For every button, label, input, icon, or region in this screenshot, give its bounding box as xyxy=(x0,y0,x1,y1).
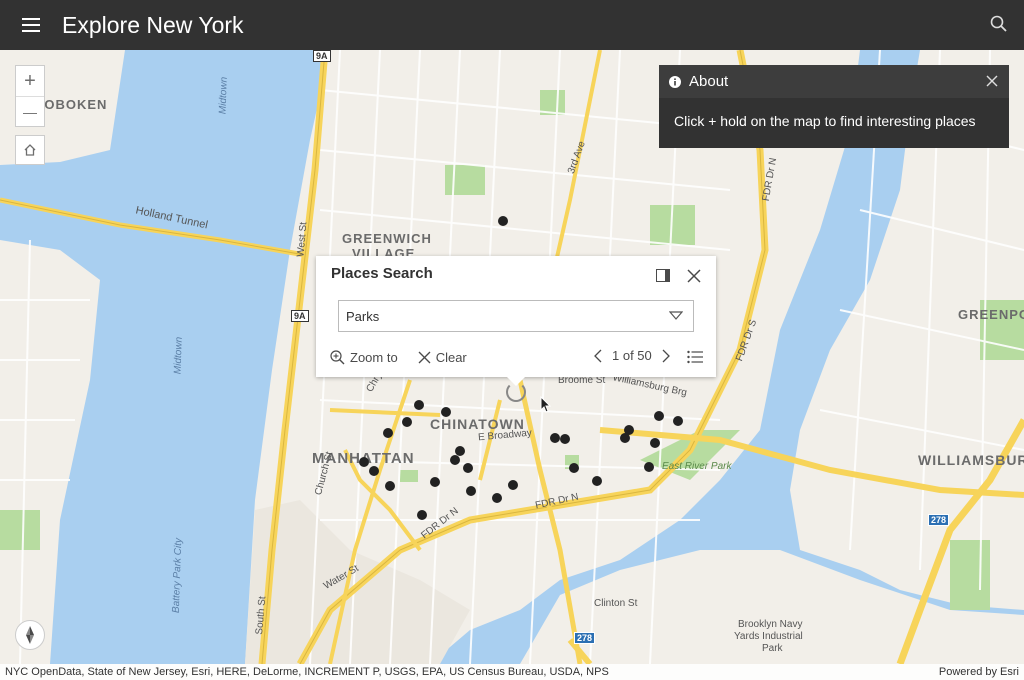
close-icon xyxy=(687,269,701,283)
places-search-popup: Places Search Parks Zoom to Clear 1 of 5… xyxy=(316,256,716,386)
place-marker[interactable] xyxy=(463,463,473,473)
place-marker[interactable] xyxy=(385,481,395,491)
map-label-brooklyn-navy: Brooklyn Navy xyxy=(738,619,803,630)
places-search-title: Places Search xyxy=(331,265,433,282)
places-footer: Zoom to Clear 1 of 50 xyxy=(330,348,705,366)
place-marker[interactable] xyxy=(441,407,451,417)
map-label-park: Park xyxy=(762,643,783,654)
about-close-button[interactable] xyxy=(985,74,999,88)
place-marker[interactable] xyxy=(402,417,412,427)
route-278-shield-2: 278 xyxy=(928,514,950,526)
map-label-greenpoint: GREENPO xyxy=(958,307,1024,322)
place-marker[interactable] xyxy=(417,510,427,520)
place-marker[interactable] xyxy=(414,400,424,410)
place-marker[interactable] xyxy=(466,486,476,496)
place-marker[interactable] xyxy=(430,477,440,487)
place-marker[interactable] xyxy=(650,438,660,448)
route-9a-shield-1: 9A xyxy=(313,50,331,62)
place-marker[interactable] xyxy=(673,416,683,426)
map-label-clinton-st: Clinton St xyxy=(594,598,638,609)
popup-pointer xyxy=(507,377,525,386)
zoom-to-label: Zoom to xyxy=(350,349,398,365)
powered-by-esri[interactable]: Powered by Esri xyxy=(939,666,1019,678)
map-label-midtown-2: Midtown xyxy=(172,336,185,375)
compass-button[interactable] xyxy=(15,620,45,650)
about-header: About xyxy=(659,65,1009,98)
home-button[interactable] xyxy=(15,135,45,165)
clear-label: Clear xyxy=(435,349,467,365)
info-icon xyxy=(669,75,681,88)
result-pager: 1 of 50 xyxy=(592,348,672,363)
zoom-in-button[interactable]: + xyxy=(16,66,44,96)
clear-button[interactable]: Clear xyxy=(418,350,467,365)
place-marker[interactable] xyxy=(492,493,502,503)
chevron-down-icon xyxy=(669,311,683,320)
mouse-cursor-icon xyxy=(540,396,552,413)
category-select[interactable]: Parks xyxy=(338,300,694,332)
place-marker[interactable] xyxy=(369,466,379,476)
zoom-control: + — xyxy=(15,65,45,127)
next-icon[interactable] xyxy=(660,349,672,363)
about-title: About xyxy=(689,73,729,90)
map-label-greenwich: GREENWICH xyxy=(342,231,432,246)
place-marker[interactable] xyxy=(624,425,634,435)
previous-icon[interactable] xyxy=(592,349,604,363)
close-icon xyxy=(986,75,998,87)
search-icon[interactable] xyxy=(988,13,1012,37)
place-marker[interactable] xyxy=(569,463,579,473)
about-body: Click + hold on the map to find interest… xyxy=(674,113,976,129)
map-label-midtown-1: Midtown xyxy=(217,76,230,115)
dock-icon[interactable] xyxy=(656,269,670,282)
map-attribution: NYC OpenData, State of New Jersey, Esri,… xyxy=(0,664,1024,680)
place-marker[interactable] xyxy=(383,428,393,438)
hamburger-menu-icon[interactable] xyxy=(0,0,62,50)
place-marker[interactable] xyxy=(508,480,518,490)
places-close-button[interactable] xyxy=(687,269,701,283)
category-select-value: Parks xyxy=(346,308,380,324)
pager-count: 1 of 50 xyxy=(612,348,652,363)
place-marker[interactable] xyxy=(592,476,602,486)
home-icon xyxy=(24,144,36,156)
place-marker[interactable] xyxy=(560,434,570,444)
place-marker[interactable] xyxy=(654,411,664,421)
attribution-text: NYC OpenData, State of New Jersey, Esri,… xyxy=(5,666,609,678)
place-marker[interactable] xyxy=(450,455,460,465)
list-icon[interactable] xyxy=(687,350,703,364)
map-label-yards-industrial: Yards Industrial xyxy=(734,631,803,642)
clear-icon xyxy=(418,351,431,363)
map-label-williamsburg: WILLIAMSBURG xyxy=(918,452,1024,468)
place-marker[interactable] xyxy=(550,433,560,443)
zoom-out-button[interactable]: — xyxy=(16,96,44,126)
app-header: Explore New York xyxy=(0,0,1024,50)
place-marker[interactable] xyxy=(644,462,654,472)
zoom-to-button[interactable]: Zoom to xyxy=(330,350,398,365)
zoom-in-icon xyxy=(330,349,345,364)
place-marker[interactable] xyxy=(455,446,465,456)
map-label-east-river-park: East River Park xyxy=(662,461,732,472)
place-marker[interactable] xyxy=(359,457,369,467)
place-marker[interactable] xyxy=(498,216,508,226)
map-label-hoboken: HOBOKEN xyxy=(34,97,108,112)
compass-icon xyxy=(26,626,34,644)
route-9a-shield-2: 9A xyxy=(291,310,309,322)
app-title: Explore New York xyxy=(62,11,244,38)
about-panel: About Click + hold on the map to find in… xyxy=(659,65,1009,148)
route-278-shield-1: 278 xyxy=(574,632,596,644)
